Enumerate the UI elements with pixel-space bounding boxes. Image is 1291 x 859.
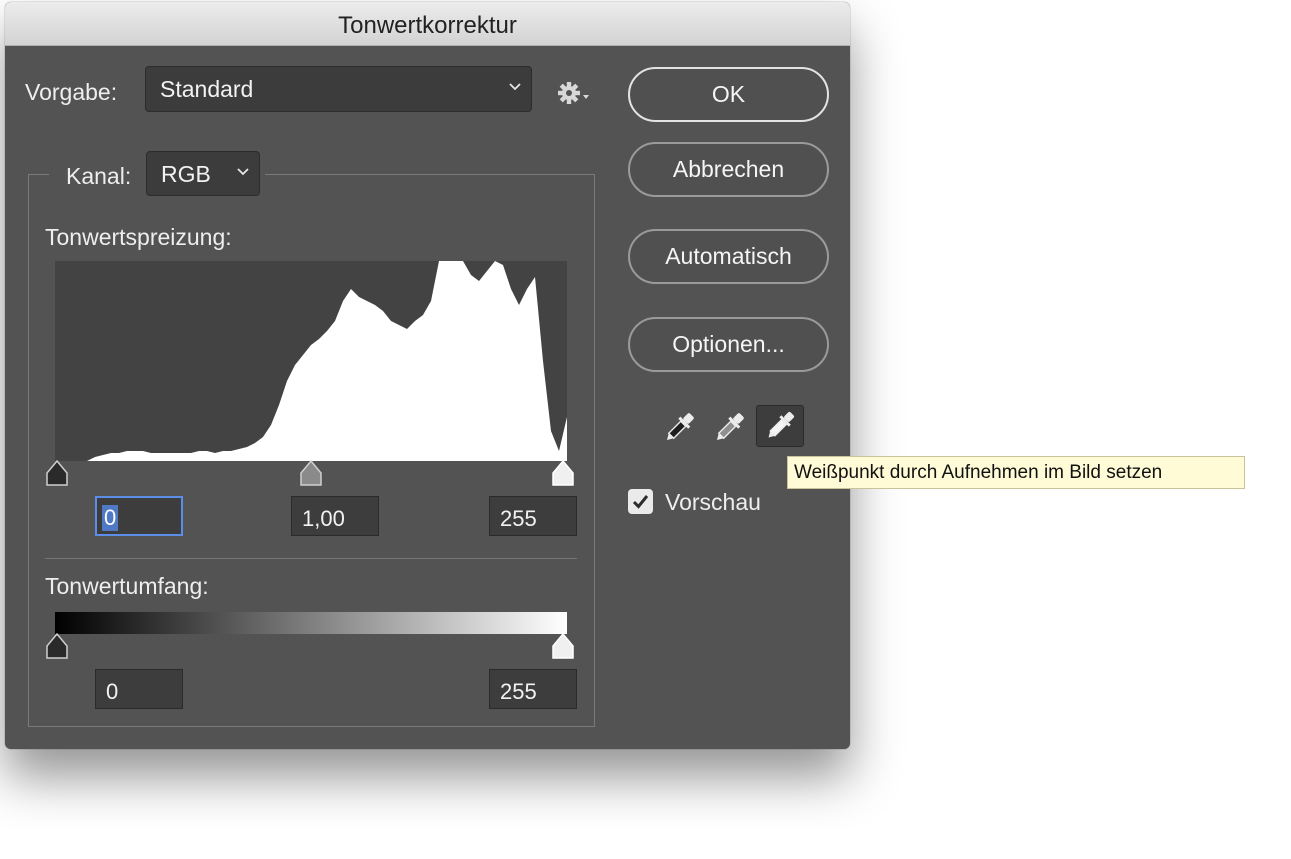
channel-label: Kanal: bbox=[66, 163, 132, 189]
ok-button[interactable]: OK bbox=[628, 67, 829, 122]
preset-dropdown[interactable]: Standard bbox=[145, 66, 532, 112]
input-white-slider[interactable] bbox=[551, 459, 575, 487]
checkmark-icon bbox=[632, 495, 649, 509]
options-button[interactable]: Optionen... bbox=[628, 317, 829, 372]
output-black-field[interactable]: 0 bbox=[95, 669, 183, 709]
output-levels-label: Tonwertumfang: bbox=[45, 573, 209, 599]
chevron-down-icon bbox=[509, 83, 521, 91]
output-black-value: 0 bbox=[106, 679, 119, 704]
channel-dropdown[interactable]: RGB bbox=[146, 151, 260, 196]
channel-value: RGB bbox=[161, 161, 211, 187]
preset-label: Vorgabe: bbox=[25, 79, 118, 105]
input-black-field[interactable]: 0 bbox=[95, 496, 183, 536]
input-white-field[interactable]: 255 bbox=[489, 496, 577, 536]
input-gamma-value: 1,00 bbox=[302, 506, 345, 531]
levels-dialog: Tonwertkorrektur Vorgabe: Standard OK Ab… bbox=[5, 2, 850, 749]
input-gamma-field[interactable]: 1,00 bbox=[291, 496, 379, 536]
output-black-slider[interactable] bbox=[45, 632, 69, 660]
output-white-value: 255 bbox=[500, 679, 537, 704]
title-bar[interactable]: Tonwertkorrektur bbox=[5, 2, 850, 46]
output-white-slider[interactable] bbox=[551, 632, 575, 660]
chevron-down-icon bbox=[237, 168, 249, 176]
output-gradient bbox=[55, 612, 567, 634]
tooltip: Weißpunkt durch Aufnehmen im Bild setzen bbox=[787, 456, 1245, 489]
input-black-slider[interactable] bbox=[45, 459, 69, 487]
cancel-button[interactable]: Abbrechen bbox=[628, 142, 829, 197]
input-levels-label: Tonwertspreizung: bbox=[45, 224, 232, 250]
eyedropper-black-icon[interactable] bbox=[655, 407, 703, 449]
divider bbox=[45, 558, 577, 559]
auto-button[interactable]: Automatisch bbox=[628, 229, 829, 284]
input-gamma-slider[interactable] bbox=[299, 459, 323, 487]
window-title: Tonwertkorrektur bbox=[338, 12, 517, 39]
eyedropper-white-icon[interactable] bbox=[756, 405, 804, 447]
input-white-value: 255 bbox=[500, 506, 537, 531]
input-black-value: 0 bbox=[102, 505, 119, 531]
preset-value: Standard bbox=[160, 76, 254, 102]
histogram bbox=[55, 261, 567, 461]
gear-icon[interactable] bbox=[558, 80, 592, 106]
preview-label: Vorschau bbox=[665, 489, 761, 515]
output-white-field[interactable]: 255 bbox=[489, 669, 577, 709]
preview-checkbox[interactable] bbox=[628, 489, 653, 514]
eyedropper-gray-icon[interactable] bbox=[705, 407, 753, 449]
